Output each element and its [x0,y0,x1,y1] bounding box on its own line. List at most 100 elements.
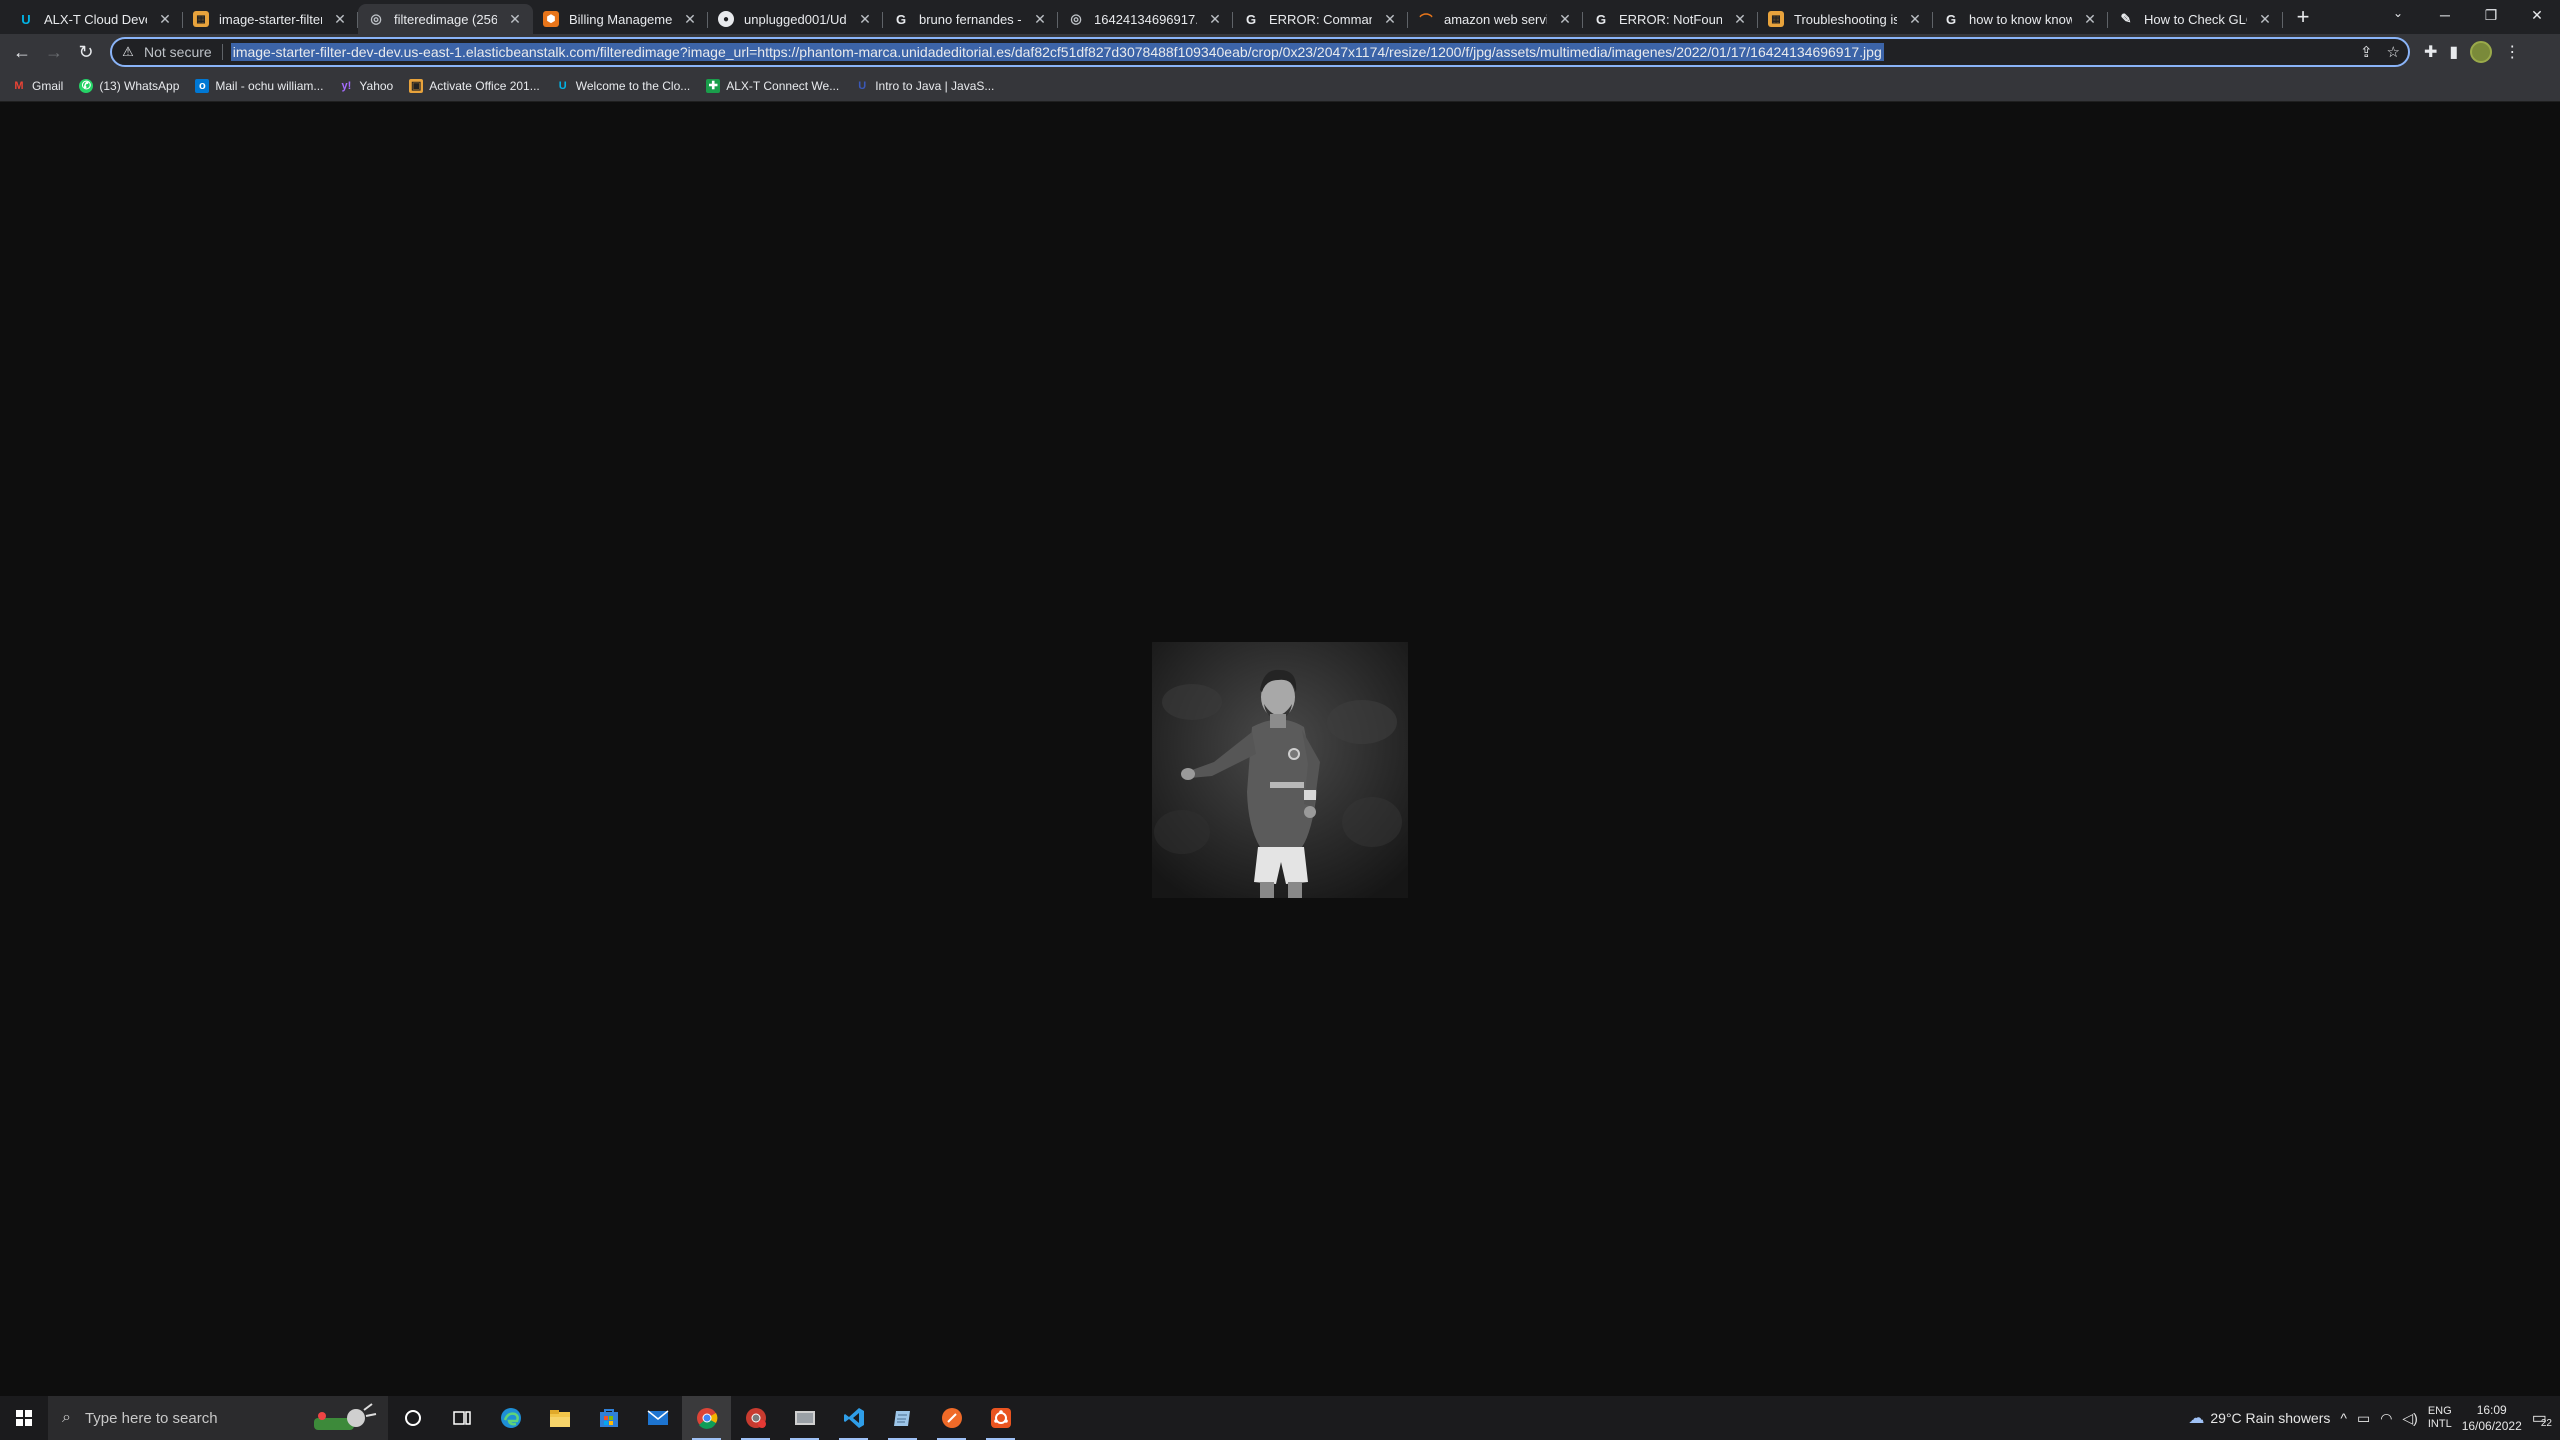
windows-taskbar: ⌕ Type here to search ☁ 29°C Rain shower… [0,1396,2560,1440]
browser-toolbar: ← → ↻ ⚠ Not secure image-starter-filter-… [0,34,2560,70]
vscode-icon[interactable] [829,1396,878,1440]
security-label[interactable]: Not secure [144,44,223,60]
bookmark-java[interactable]: U Intro to Java | JavaS... [855,79,994,93]
close-icon[interactable]: ✕ [507,11,523,27]
menu-icon[interactable]: ⋮ [2504,42,2520,62]
back-icon[interactable]: ← [6,36,38,68]
close-icon[interactable]: ✕ [1382,11,1398,27]
bookmark-label: Gmail [32,78,64,93]
reload-icon[interactable]: ↻ [70,36,102,68]
bookmark-outlook[interactable]: o Mail - ochu william... [195,78,323,93]
terminal-icon[interactable] [780,1396,829,1440]
close-icon[interactable]: ✕ [857,11,873,27]
tab-0[interactable]: U ALX-T Cloud Develop ✕ [8,4,183,34]
close-icon[interactable]: ✕ [2082,11,2098,27]
chevron-up-icon[interactable]: ^ [2340,1410,2347,1426]
tab-10[interactable]: ▦ Troubleshooting issu ✕ [1758,4,1933,34]
cloud-rain-icon: ☁ [2188,1410,2205,1427]
close-icon[interactable]: ✕ [2257,11,2273,27]
edge-icon[interactable] [486,1396,535,1440]
close-icon[interactable]: ✕ [1207,11,1223,27]
tab-title: ERROR: NotFoundEr [1619,11,1722,27]
notification-center[interactable]: ▭ 22 [2532,1408,2552,1429]
file-explorer-icon[interactable] [535,1396,584,1440]
device-icon[interactable]: ▭ [2357,1410,2370,1427]
udacity-icon: U [558,79,567,92]
profile-avatar[interactable] [2470,41,2493,63]
clock[interactable]: 16:09 16/06/2022 [2462,1402,2522,1434]
google-icon: G [895,11,907,27]
taskbar-search-box[interactable]: ⌕ Type here to search [48,1396,388,1440]
tab-2[interactable]: ◎ filteredimage (256×2 ✕ [358,4,533,34]
close-window-icon[interactable]: ✕ [2514,0,2560,30]
tab-4[interactable]: ● unplugged001/Udac ✕ [708,4,883,34]
tab-title: unplugged001/Udac [744,11,847,27]
bookmark-whatsapp[interactable]: ✆ (13) WhatsApp [79,78,179,93]
url-text[interactable]: image-starter-filter-dev-dev.us-east-1.e… [230,43,1884,61]
tab-title: Troubleshooting issu [1794,11,1897,27]
aws-billing-icon: ⬢ [543,11,559,27]
google-icon: G [1945,11,1957,27]
tab-6[interactable]: ◎ 16424134696917.jpg ✕ [1058,4,1233,34]
warning-icon[interactable]: ⚠ [120,44,136,60]
udacity-icon: U [21,11,31,27]
tab-1[interactable]: ▦ image-starter-filter-d ✕ [183,4,358,34]
close-icon[interactable]: ✕ [157,11,173,27]
tab-7[interactable]: G ERROR: CommandEr ✕ [1233,4,1408,34]
github-icon: ● [718,11,734,27]
tab-12[interactable]: ✎ How to Check GLO N ✕ [2108,4,2283,34]
minimize-icon[interactable]: ─ [2422,0,2468,30]
clock-date: 16/06/2022 [2461,1419,2522,1433]
bookmark-yahoo[interactable]: y! Yahoo [339,79,394,93]
forward-icon[interactable]: → [38,36,70,68]
language-indicator[interactable]: ENG INTL [2428,1405,2452,1431]
filtered-image[interactable] [1152,642,1408,898]
store-icon[interactable] [584,1396,633,1440]
cortana-icon[interactable] [388,1396,437,1440]
keyboard-layout: INTL [2427,1418,2452,1430]
site-icon: ✎ [2120,11,2132,26]
extensions-icon[interactable]: ✚ [2424,42,2437,62]
bookmark-cloud[interactable]: U Welcome to the Clo... [556,79,690,93]
address-bar[interactable]: ⚠ Not secure image-starter-filter-dev-de… [110,37,2410,67]
mail-icon[interactable] [633,1396,682,1440]
ubuntu-icon[interactable] [976,1396,1025,1440]
search-placeholder: Type here to search [84,1409,218,1427]
close-icon[interactable]: ✕ [1032,11,1048,27]
tab-8[interactable]: ⌒ amazon web service ✕ [1408,4,1583,34]
bookmark-alx[interactable]: ✚ ALX-T Connect We... [706,78,839,93]
tab-3[interactable]: ⬢ Billing Management ✕ [533,4,708,34]
close-icon[interactable]: ✕ [332,11,348,27]
language-code: ENG [2427,1405,2452,1417]
tab-5[interactable]: G bruno fernandes - G ✕ [883,4,1058,34]
bookmark-star-icon[interactable]: ☆ [2387,43,2400,61]
close-icon[interactable]: ✕ [682,11,698,27]
close-icon[interactable]: ✕ [1732,11,1748,27]
player-photo [1152,642,1408,898]
whatsapp-icon: ✆ [79,78,94,93]
tab-9[interactable]: G ERROR: NotFoundEr ✕ [1583,4,1758,34]
tab-title: bruno fernandes - G [919,11,1022,27]
restore-icon[interactable]: ❐ [2468,0,2514,30]
postman-icon[interactable] [927,1396,976,1440]
new-tab-button[interactable]: + [2289,4,2317,32]
side-panel-icon[interactable]: ▮ [2449,42,2458,62]
task-view-icon[interactable] [437,1396,486,1440]
tab-11[interactable]: G how to know know y ✕ [1933,4,2108,34]
globe-icon: ◎ [370,11,382,26]
chrome-dev-icon[interactable] [731,1396,780,1440]
network-icon[interactable]: ◠ [2380,1410,2392,1427]
bookmark-office[interactable]: ▣ Activate Office 201... [409,78,540,93]
chrome-icon[interactable] [682,1396,731,1440]
weather-widget[interactable]: ☁ 29°C Rain showers [2188,1408,2330,1428]
share-icon[interactable]: ⇪ [2360,43,2373,61]
close-icon[interactable]: ✕ [1557,11,1573,27]
tab-title: How to Check GLO N [2144,11,2247,27]
volume-icon[interactable]: ◁) [2402,1410,2417,1427]
notepad-icon[interactable] [878,1396,927,1440]
close-icon[interactable]: ✕ [1907,11,1923,27]
bookmark-gmail[interactable]: M Gmail [12,79,63,93]
start-button[interactable] [0,1396,48,1440]
tab-search-icon[interactable]: ⌄ [2386,6,2410,26]
bookmark-label: Intro to Java | JavaS... [875,78,995,93]
